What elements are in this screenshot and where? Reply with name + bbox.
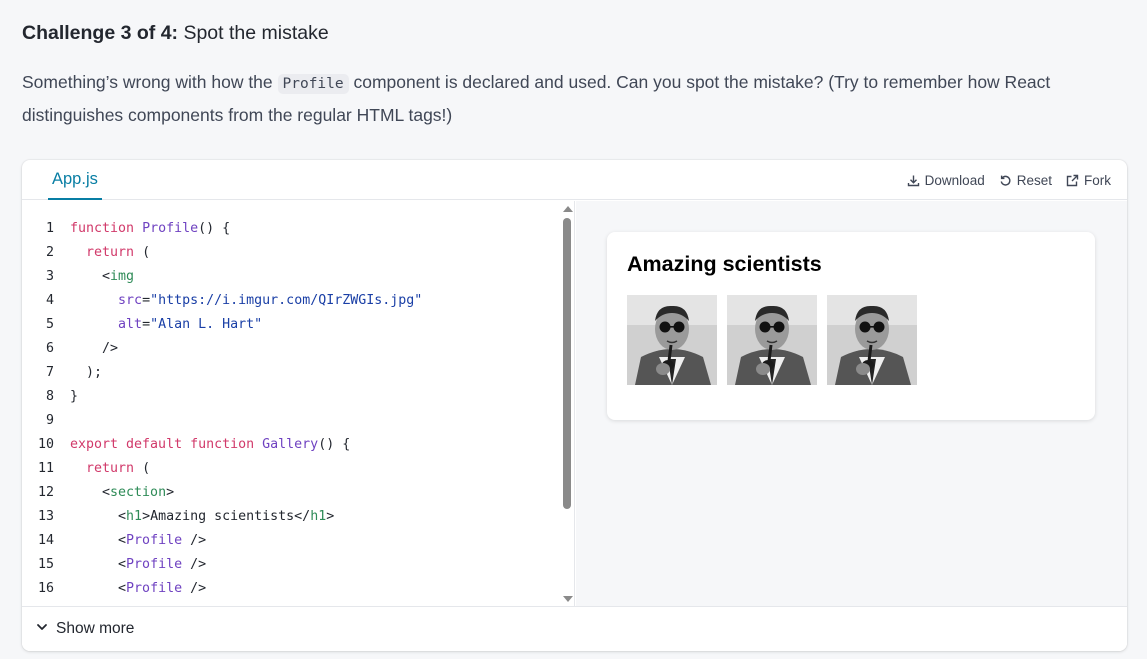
sandbox-actions: Download Reset Fork bbox=[907, 160, 1111, 200]
inline-code-profile: Profile bbox=[277, 74, 349, 94]
line-number: 9 bbox=[45, 413, 54, 428]
line-number: 5 bbox=[45, 317, 54, 332]
show-more-label: Show more bbox=[56, 620, 135, 637]
challenge-name: Spot the mistake bbox=[183, 22, 329, 44]
line-number: 10 bbox=[37, 437, 54, 452]
sandbox-footer: Show more bbox=[22, 606, 1127, 651]
reset-label: Reset bbox=[1016, 172, 1052, 188]
line-number: 12 bbox=[37, 485, 54, 500]
line-number: 14 bbox=[37, 533, 54, 548]
code-text: return ( bbox=[86, 461, 151, 476]
reset-icon bbox=[999, 174, 1012, 187]
download-icon bbox=[907, 174, 920, 187]
scientist-photo bbox=[627, 295, 717, 385]
sandbox-tabbar: App.js Download Reset Fork bbox=[22, 160, 1127, 200]
code-text: export default function Gallery() { bbox=[70, 437, 351, 452]
code-text: } bbox=[70, 389, 79, 404]
scroll-down-arrow-icon[interactable] bbox=[563, 596, 573, 602]
code-text: return ( bbox=[86, 245, 151, 260]
challenge-counter: Challenge 3 of 4: bbox=[22, 22, 179, 44]
code-text: <img bbox=[70, 269, 135, 284]
line-number: 16 bbox=[37, 581, 54, 596]
editor-scrollbar[interactable] bbox=[559, 201, 574, 606]
code-text: alt="Alan L. Hart" bbox=[118, 317, 263, 332]
code-text: <section> bbox=[70, 485, 175, 500]
line-number: 15 bbox=[37, 557, 54, 572]
chevron-down-icon bbox=[36, 620, 48, 638]
external-link-icon bbox=[1066, 174, 1079, 187]
scroll-thumb[interactable] bbox=[563, 218, 571, 509]
line-number: 6 bbox=[45, 341, 54, 356]
code-text: <Profile /> bbox=[70, 533, 207, 548]
line-number: 11 bbox=[37, 461, 54, 476]
code-text: /> bbox=[70, 341, 119, 356]
challenge-description: Something’s wrong with how the Profile c… bbox=[22, 67, 1122, 131]
challenge-title: Challenge 3 of 4: Spot the mistake bbox=[22, 21, 329, 45]
line-number: 2 bbox=[45, 245, 54, 260]
tab-app-js[interactable]: App.js bbox=[48, 160, 102, 200]
code-text: function Profile() { bbox=[70, 221, 231, 236]
preview-pane: Amazing scientists bbox=[576, 201, 1127, 606]
line-number: 7 bbox=[45, 365, 54, 380]
line-number: 8 bbox=[45, 389, 54, 404]
code-text: ); bbox=[70, 365, 103, 380]
preview-card: Amazing scientists bbox=[607, 232, 1095, 420]
code-text: src="https://i.imgur.com/QIrZWGIs.jpg" bbox=[118, 293, 423, 308]
code-text: <Profile /> bbox=[70, 557, 207, 572]
description-text-before: Something’s wrong with how the bbox=[22, 72, 278, 92]
code-text: <Profile /> bbox=[70, 581, 207, 596]
show-more-button[interactable]: Show more bbox=[36, 607, 134, 651]
reset-button[interactable]: Reset bbox=[999, 173, 1052, 188]
scroll-up-arrow-icon[interactable] bbox=[563, 206, 573, 212]
code-sandbox: App.js Download Reset Fork 1 function Pr… bbox=[22, 160, 1127, 651]
fork-button[interactable]: Fork bbox=[1066, 173, 1111, 188]
line-number: 3 bbox=[45, 269, 54, 284]
code-text: <h1>Amazing scientists</h1> bbox=[70, 509, 335, 524]
scientist-photo bbox=[827, 295, 917, 385]
fork-label: Fork bbox=[1084, 172, 1111, 188]
download-label: Download bbox=[924, 172, 985, 188]
scientist-photo bbox=[727, 295, 817, 385]
line-number: 4 bbox=[45, 293, 54, 308]
download-button[interactable]: Download bbox=[907, 173, 985, 188]
line-number: 1 bbox=[45, 221, 54, 236]
line-number: 13 bbox=[37, 509, 54, 524]
preview-heading: Amazing scientists bbox=[627, 252, 822, 276]
code-editor[interactable]: 1 function Profile() { 2 return ( 3 <img 4 s… bbox=[22, 201, 575, 606]
